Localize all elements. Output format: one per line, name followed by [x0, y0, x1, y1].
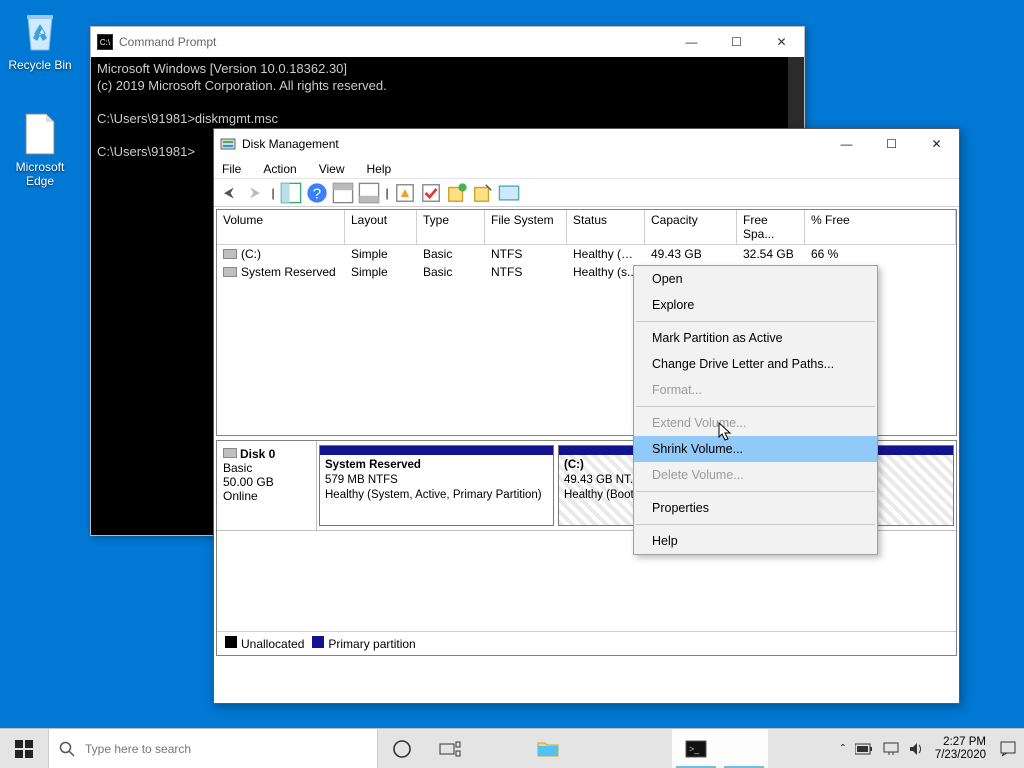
disk-icon	[223, 448, 237, 458]
menu-file[interactable]: File	[218, 162, 245, 176]
legend: Unallocated Primary partition	[217, 631, 956, 655]
ctx-shrink-volume[interactable]: Shrink Volume...	[634, 436, 877, 462]
cortana-button[interactable]	[378, 729, 426, 768]
menu-view[interactable]: View	[315, 162, 349, 176]
ctx-separator	[636, 321, 875, 322]
drive-icon	[223, 267, 237, 277]
desktop-icon-recycle-bin[interactable]: Recycle Bin	[3, 8, 77, 72]
battery-icon[interactable]	[855, 743, 873, 755]
titlebar[interactable]: Disk Management — ☐ ✕	[214, 129, 959, 159]
ctx-separator	[636, 406, 875, 407]
cmd-icon: >_	[685, 740, 707, 758]
menu-action[interactable]: Action	[259, 162, 300, 176]
ctx-extend-volume: Extend Volume...	[634, 410, 877, 436]
ctx-format: Format...	[634, 377, 877, 403]
window-title-text: Disk Management	[242, 137, 339, 151]
ctx-change-letter[interactable]: Change Drive Letter and Paths...	[634, 351, 877, 377]
volume-row[interactable]: (C:) Simple Basic NTFS Healthy (B... 49.…	[217, 245, 956, 263]
menubar: File Action View Help	[214, 159, 959, 179]
window-title-text: Command Prompt	[119, 35, 216, 49]
close-button[interactable]: ✕	[759, 27, 804, 57]
titlebar[interactable]: C:\ Command Prompt — ☐ ✕	[91, 27, 804, 57]
ctx-explore[interactable]: Explore	[634, 292, 877, 318]
refresh-ok-icon[interactable]	[420, 182, 442, 204]
partition-system-reserved[interactable]: System Reserved 579 MB NTFS Healthy (Sys…	[319, 445, 554, 526]
minimize-button[interactable]: —	[824, 129, 869, 159]
col-layout[interactable]: Layout	[345, 210, 417, 245]
ctx-separator	[636, 491, 875, 492]
properties-icon[interactable]	[498, 182, 520, 204]
volume-icon[interactable]	[909, 742, 925, 756]
volume-list-header: Volume Layout Type File System Status Ca…	[217, 210, 956, 245]
desktop-icon-label: Microsoft Edge	[3, 160, 77, 188]
taskbar-app-disk-mgmt[interactable]	[720, 729, 768, 768]
file-icon	[16, 110, 64, 158]
col-volume[interactable]: Volume	[217, 210, 345, 245]
col-type[interactable]: Type	[417, 210, 485, 245]
action-center-icon[interactable]	[1000, 741, 1016, 757]
toolbar-layout-top-icon[interactable]	[332, 182, 354, 204]
col-freespace[interactable]: Free Spa...	[737, 210, 805, 245]
settings-icon[interactable]	[394, 182, 416, 204]
wizard-icon[interactable]	[472, 182, 494, 204]
col-filesystem[interactable]: File System	[485, 210, 567, 245]
ctx-open[interactable]: Open	[634, 266, 877, 292]
recycle-bin-icon	[16, 8, 64, 56]
tray-overflow-icon[interactable]: ˆ	[841, 742, 845, 756]
folder-icon	[537, 740, 559, 758]
maximize-button[interactable]: ☐	[869, 129, 914, 159]
taskbar-app-file-explorer[interactable]	[524, 729, 572, 768]
toolbar-separator: |	[270, 182, 276, 204]
start-button[interactable]	[0, 729, 48, 768]
search-placeholder: Type here to search	[85, 742, 191, 756]
ctx-mark-active[interactable]: Mark Partition as Active	[634, 325, 877, 351]
maximize-button[interactable]: ☐	[714, 27, 759, 57]
task-view-button[interactable]	[426, 729, 474, 768]
ctx-properties[interactable]: Properties	[634, 495, 877, 521]
disk-mgmt-icon	[220, 136, 236, 152]
search-icon	[59, 741, 75, 757]
ctx-delete-volume: Delete Volume...	[634, 462, 877, 488]
disk-info[interactable]: Disk 0 Basic 50.00 GB Online	[217, 441, 317, 530]
taskbar-clock[interactable]: 2:27 PM 7/23/2020	[935, 736, 990, 762]
drive-icon	[223, 249, 237, 259]
col-pctfree[interactable]: % Free	[805, 210, 956, 245]
network-icon[interactable]	[883, 742, 899, 756]
legend-swatch-unallocated	[225, 636, 237, 648]
new-partition-icon[interactable]	[446, 182, 468, 204]
ctx-separator	[636, 524, 875, 525]
desktop-icon-ms-edge[interactable]: Microsoft Edge	[3, 110, 77, 188]
toolbar-view-icon[interactable]	[280, 182, 302, 204]
close-button[interactable]: ✕	[914, 129, 959, 159]
taskbar: Type here to search >_ ˆ 2:27 PM 7/23/20…	[0, 728, 1024, 768]
ctx-help[interactable]: Help	[634, 528, 877, 554]
svg-text:>_: >_	[689, 744, 700, 754]
col-capacity[interactable]: Capacity	[645, 210, 737, 245]
desktop-icon-label: Recycle Bin	[3, 58, 77, 72]
col-status[interactable]: Status	[567, 210, 645, 245]
system-tray: ˆ 2:27 PM 7/23/2020	[833, 729, 1024, 768]
context-menu: Open Explore Mark Partition as Active Ch…	[633, 265, 878, 555]
menu-help[interactable]: Help	[363, 162, 396, 176]
minimize-button[interactable]: —	[669, 27, 714, 57]
legend-swatch-primary	[312, 636, 324, 648]
toolbar-layout-bottom-icon[interactable]	[358, 182, 380, 204]
help-icon[interactable]: ?	[306, 182, 328, 204]
partition-color-bar	[320, 446, 553, 455]
taskbar-search[interactable]: Type here to search	[48, 729, 378, 768]
task-view-icon	[439, 741, 461, 757]
toolbar: ⮜ ⮞ | ? |	[214, 179, 959, 207]
windows-logo-icon	[15, 740, 33, 758]
cmd-icon: C:\	[97, 34, 113, 50]
back-button[interactable]: ⮜	[218, 182, 240, 204]
forward-button[interactable]: ⮞	[244, 182, 266, 204]
taskbar-app-cmd[interactable]: >_	[672, 729, 720, 768]
toolbar-separator: |	[384, 182, 390, 204]
svg-text:?: ?	[313, 185, 321, 202]
